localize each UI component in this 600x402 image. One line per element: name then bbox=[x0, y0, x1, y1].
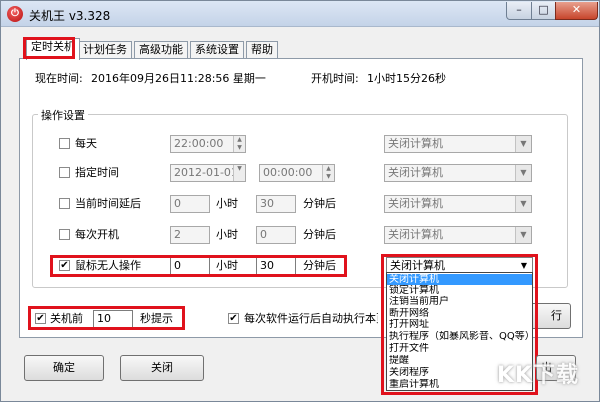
tab-system-settings[interactable]: 系统设置 bbox=[190, 41, 244, 59]
maximize-button[interactable]: □ bbox=[531, 2, 556, 20]
chevron-down-icon: ▼ bbox=[515, 196, 531, 212]
specified-action-value: 关闭计算机 bbox=[388, 166, 443, 179]
minimize-button[interactable]: – bbox=[506, 2, 532, 20]
daily-checkbox[interactable] bbox=[59, 138, 70, 149]
delay-checkbox[interactable] bbox=[59, 198, 70, 209]
close-button[interactable]: 关闭 bbox=[120, 355, 204, 381]
specified-time-label: 指定时间 bbox=[75, 166, 119, 179]
boot-hours-input[interactable]: 2 bbox=[170, 226, 210, 244]
delay-minutes-input[interactable]: 30 bbox=[256, 195, 296, 213]
specified-time-spinner[interactable]: ▲ ▼ bbox=[322, 165, 334, 181]
highlight-idle-row bbox=[50, 255, 347, 277]
ok-button[interactable]: 确定 bbox=[24, 355, 104, 381]
specified-date-value: 2012-01-01 bbox=[174, 166, 238, 179]
tab-scheduled-tasks[interactable]: 计划任务 bbox=[78, 41, 132, 59]
title-bar[interactable]: ⏻ 关机王 v3.328 – □ ✕ bbox=[1, 1, 599, 27]
daily-label: 每天 bbox=[75, 137, 97, 150]
delay-hours-unit: 小时 bbox=[216, 197, 238, 210]
autorun-label: 每次软件运行后自动执行本页 bbox=[244, 312, 378, 325]
chevron-down-icon: ▼ bbox=[515, 165, 531, 181]
main-window: ⏻ 关机王 v3.328 – □ ✕ 定时关机 计划任务 高级功能 系统设置 帮… bbox=[0, 0, 600, 402]
power-icon: ⏻ bbox=[7, 6, 23, 22]
boot-action-select[interactable]: 关闭计算机 ▼ bbox=[384, 226, 532, 244]
daily-time-input[interactable]: 22:00:00 ▲ ▼ bbox=[170, 135, 246, 153]
delay-minutes-unit: 分钟后 bbox=[303, 197, 336, 210]
boot-minutes-unit: 分钟后 bbox=[303, 228, 336, 241]
boot-minutes-input[interactable]: 0 bbox=[256, 226, 296, 244]
tab-help[interactable]: 帮助 bbox=[246, 41, 278, 59]
boot-label: 每次开机 bbox=[75, 228, 119, 241]
delay-hours-input[interactable]: 0 bbox=[170, 195, 210, 213]
uptime-label: 开机时间: bbox=[311, 72, 359, 85]
specified-action-select[interactable]: 关闭计算机 ▼ bbox=[384, 164, 532, 182]
delay-label: 当前时间延后 bbox=[75, 197, 141, 210]
delay-action-value: 关闭计算机 bbox=[388, 197, 443, 210]
specified-time-checkbox[interactable] bbox=[59, 167, 70, 178]
delay-action-select[interactable]: 关闭计算机 ▼ bbox=[384, 195, 532, 213]
specified-time-value: 00:00:00 bbox=[263, 166, 313, 179]
current-time-value: 2016年09月26日11:28:56 星期一 bbox=[91, 72, 266, 85]
boot-hours-unit: 小时 bbox=[216, 228, 238, 241]
tab-advanced[interactable]: 高级功能 bbox=[134, 41, 188, 59]
daily-action-select[interactable]: 关闭计算机 ▼ bbox=[384, 135, 532, 153]
chevron-down-icon: ▼ bbox=[515, 136, 531, 152]
apply-button-label: 行 bbox=[551, 309, 562, 322]
autorun-checkbox[interactable]: ✔ bbox=[228, 313, 239, 324]
specified-date-spinner[interactable]: ▼ bbox=[233, 165, 245, 181]
daily-time-spinner[interactable]: ▲ ▼ bbox=[233, 136, 245, 152]
highlight-prompt-row bbox=[28, 306, 185, 330]
uptime-value: 1小时15分26秒 bbox=[367, 72, 446, 85]
specified-date-input[interactable]: 2012-01-01 ▼ bbox=[170, 164, 246, 182]
boot-checkbox[interactable] bbox=[59, 229, 70, 240]
watermark-logo: KK下载 bbox=[496, 363, 580, 388]
daily-action-value: 关闭计算机 bbox=[388, 137, 443, 150]
specified-time-input[interactable]: 00:00:00 ▲ ▼ bbox=[259, 164, 335, 182]
close-window-button[interactable]: ✕ bbox=[555, 2, 598, 20]
window-title: 关机王 v3.328 bbox=[29, 9, 111, 23]
highlight-active-tab bbox=[23, 37, 75, 59]
boot-action-value: 关闭计算机 bbox=[388, 228, 443, 241]
daily-time-value: 22:00:00 bbox=[174, 137, 224, 150]
chevron-down-icon: ▼ bbox=[515, 227, 531, 243]
group-title: 操作设置 bbox=[38, 107, 88, 123]
current-time-label: 现在时间: bbox=[35, 72, 83, 85]
